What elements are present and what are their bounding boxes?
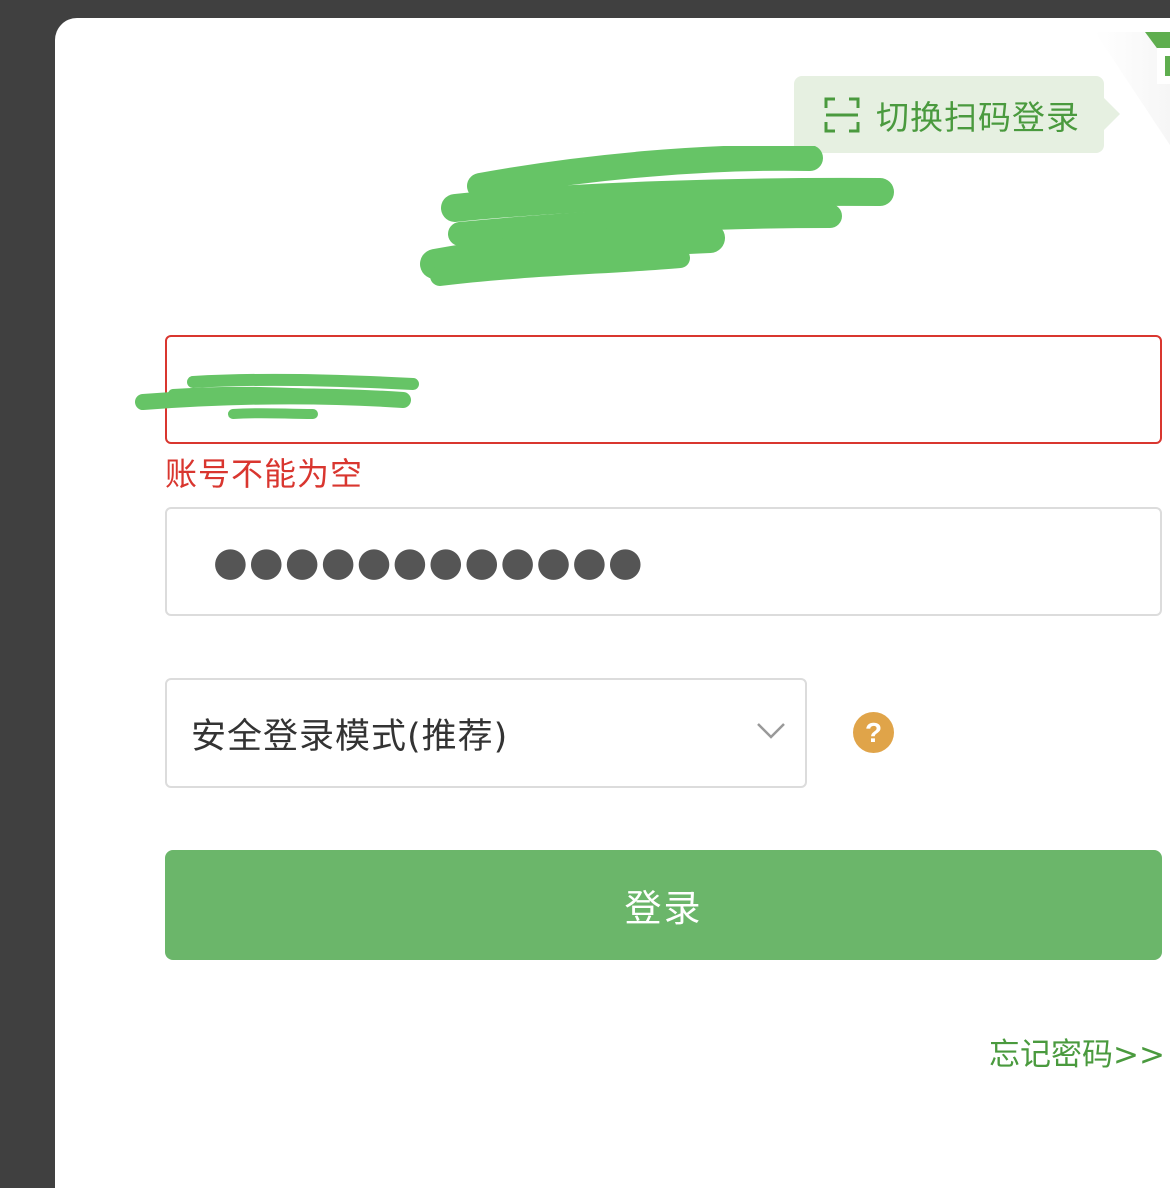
login-panel: 切换扫码登录 账号不能为空 ●●●●●●●●●●●● 安全登录模式(推荐) ? … bbox=[55, 18, 1170, 1188]
password-input[interactable]: ●●●●●●●●●●●● bbox=[165, 507, 1162, 616]
redacted-account bbox=[135, 373, 419, 419]
login-mode-select[interactable]: 安全登录模式(推荐) bbox=[165, 678, 807, 788]
redacted-title bbox=[420, 146, 894, 286]
scan-icon bbox=[824, 97, 860, 132]
login-button[interactable]: 登录 bbox=[165, 850, 1162, 960]
qr-switch-tooltip[interactable]: 切换扫码登录 bbox=[794, 76, 1120, 153]
password-masked-value: ●●●●●●●●●●●● bbox=[213, 538, 644, 585]
forgot-password-link[interactable]: 忘记密码>> bbox=[989, 1029, 1165, 1074]
qr-switch-label: 切换扫码登录 bbox=[876, 97, 1080, 137]
chevron-down-icon bbox=[757, 723, 785, 739]
account-error-message: 账号不能为空 bbox=[165, 455, 364, 493]
help-icon[interactable]: ? bbox=[853, 712, 894, 753]
login-mode-selected: 安全登录模式(推荐) bbox=[191, 716, 509, 757]
